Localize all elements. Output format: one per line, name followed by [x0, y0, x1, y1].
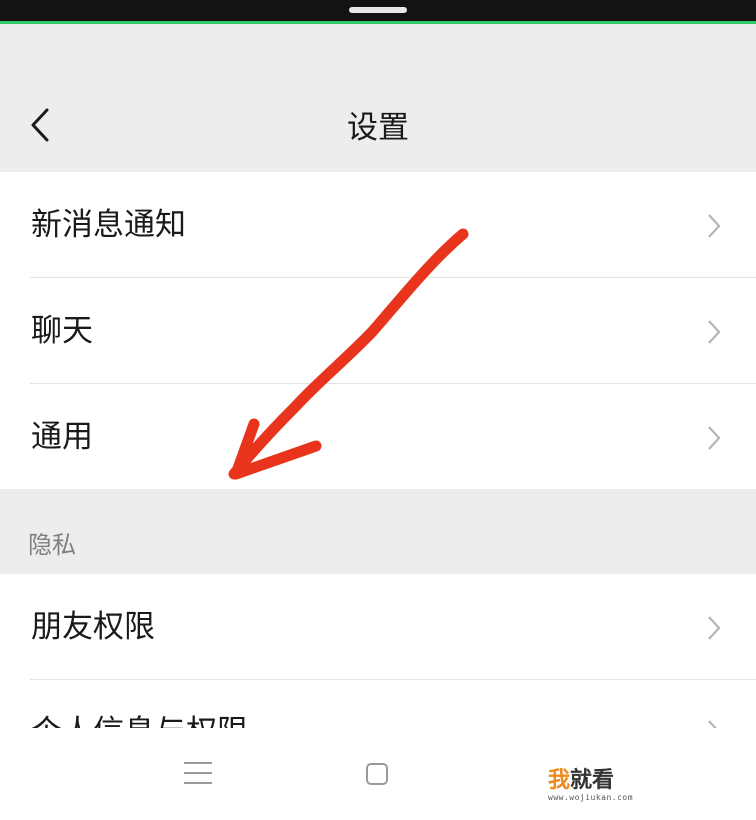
settings-item-label: 朋友权限 [31, 609, 155, 645]
settings-item-label: 新消息通知 [31, 207, 186, 243]
watermark-logo: 我就看 www.wojiukan.com [548, 768, 668, 808]
chevron-right-icon [708, 214, 721, 238]
settings-item-label: 个人信息与权限 [31, 712, 248, 728]
chevron-right-icon [708, 616, 721, 640]
section-title: 隐私 [28, 531, 76, 559]
settings-group: 新消息通知 聊天 通用 [0, 172, 756, 489]
page-title: 设置 [347, 110, 409, 146]
home-square-icon[interactable] [366, 763, 388, 785]
settings-item-friend-permissions[interactable]: 朋友权限 [0, 574, 756, 680]
chevron-right-icon [708, 320, 721, 344]
privacy-section-header: 隐私 [0, 489, 756, 574]
status-bar [0, 0, 756, 21]
chevron-right-icon [708, 426, 721, 450]
watermark-text: 我 [548, 768, 571, 793]
privacy-group: 朋友权限 [0, 574, 756, 680]
notch-pill [349, 7, 407, 13]
watermark-url: www.wojiukan.com [548, 793, 634, 802]
watermark-text: 就看 [570, 768, 615, 793]
settings-item-chat[interactable]: 聊天 [0, 278, 756, 384]
settings-item-personal-info-permissions[interactable]: 个人信息与权限 [0, 680, 756, 728]
settings-item-label: 通用 [31, 419, 93, 455]
settings-item-label: 聊天 [31, 313, 93, 349]
settings-item-general[interactable]: 通用 [0, 384, 756, 489]
chevron-right-icon [708, 720, 717, 728]
menu-icon[interactable] [184, 762, 212, 784]
settings-item-new-message-notification[interactable]: 新消息通知 [0, 172, 756, 278]
